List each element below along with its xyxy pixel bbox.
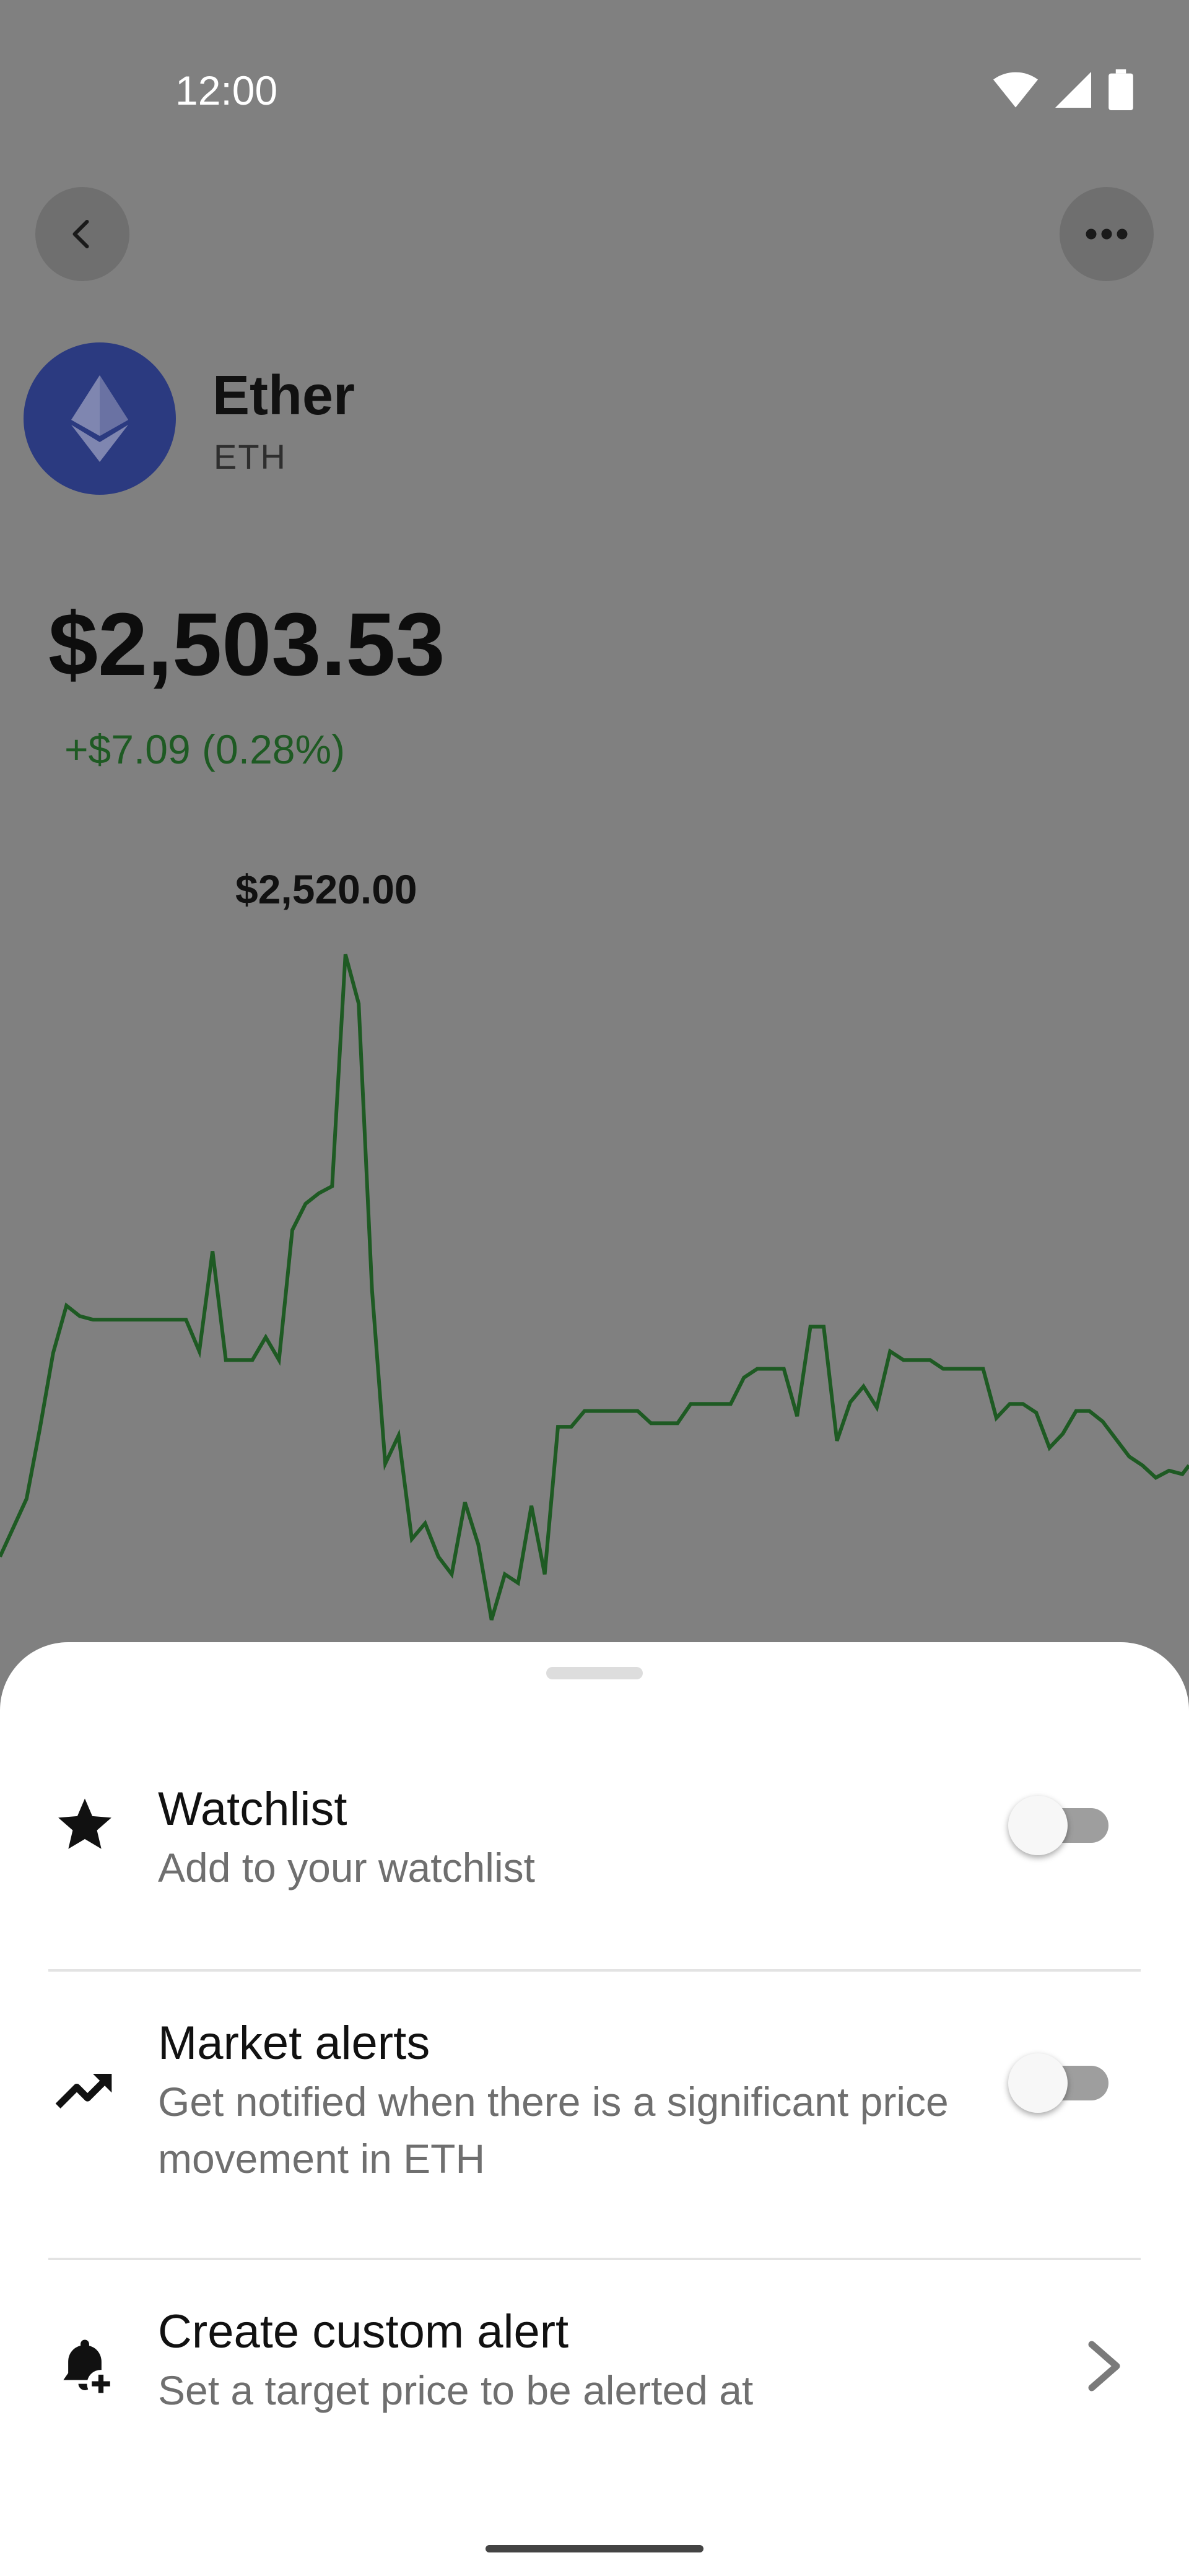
- options-sheet: Watchlist Add to your watchlist Market a…: [0, 1642, 1189, 2576]
- coin-name: Ether: [212, 365, 355, 427]
- status-time: 12:00: [175, 67, 278, 113]
- market-alerts-row[interactable]: Market alerts Get notified when there is…: [0, 2017, 1189, 2211]
- current-price: $2,503.53: [48, 594, 445, 694]
- custom-alert-row[interactable]: Create custom alert Set a target price t…: [0, 2305, 1189, 2462]
- status-bar: 12:00: [0, 0, 1189, 186]
- battery-icon: [1108, 69, 1133, 110]
- coin-ticker: ETH: [214, 437, 287, 476]
- drag-handle[interactable]: [546, 1667, 643, 1679]
- home-indicator[interactable]: [486, 2545, 703, 2552]
- coin-logo: [24, 342, 176, 495]
- market-alerts-title: Market alerts: [158, 2017, 430, 2069]
- bell-plus-icon: [51, 2332, 119, 2400]
- chevron-right-icon[interactable]: [1082, 2338, 1126, 2394]
- divider: [48, 1969, 1141, 1972]
- price-series-line: [0, 954, 1189, 1621]
- more-horizontal-icon: [1086, 228, 1128, 240]
- back-button[interactable]: [35, 187, 129, 281]
- custom-alert-title: Create custom alert: [158, 2305, 569, 2358]
- toggle-knob: [1008, 2053, 1068, 2113]
- chevron-left-icon: [72, 220, 89, 248]
- more-options-button[interactable]: [1060, 187, 1154, 281]
- price-change: +$7.09 (0.28%): [64, 726, 346, 772]
- cell-signal-icon: [1055, 72, 1091, 108]
- trending-up-icon: [51, 2056, 119, 2124]
- wifi-icon: [993, 72, 1038, 108]
- market-alerts-subtitle: Get notified when there is a significant…: [158, 2079, 949, 2182]
- price-chart[interactable]: [0, 842, 1189, 1666]
- market-alerts-toggle[interactable]: [1008, 2051, 1108, 2113]
- watchlist-toggle[interactable]: [1008, 1793, 1108, 1855]
- toggle-knob: [1008, 1796, 1068, 1855]
- watchlist-row[interactable]: Watchlist Add to your watchlist: [0, 1783, 1189, 1939]
- watchlist-subtitle: Add to your watchlist: [158, 1845, 535, 1891]
- ethereum-icon: [71, 375, 128, 462]
- status-icons: [993, 69, 1133, 110]
- watchlist-title: Watchlist: [158, 1783, 347, 1835]
- divider: [48, 2258, 1141, 2260]
- custom-alert-subtitle: Set a target price to be alerted at: [158, 2367, 754, 2413]
- star-icon: [51, 1791, 119, 1859]
